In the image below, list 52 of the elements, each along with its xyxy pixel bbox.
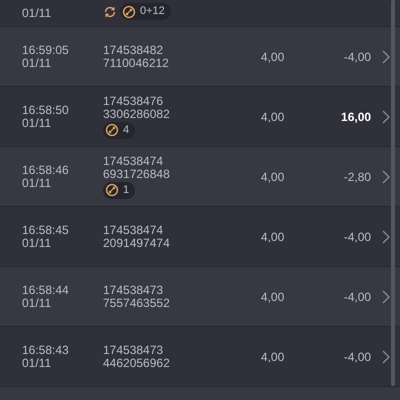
list-row[interactable]: 16:59:05 01/11 174538482 7110046212 4,00 -4,00 bbox=[0, 27, 400, 87]
bet-time: 16:58:50 bbox=[22, 104, 70, 116]
chevron-right-icon[interactable] bbox=[382, 170, 390, 184]
bet-id: 2091497474 bbox=[103, 236, 171, 250]
ball-count-badge: 1 bbox=[103, 182, 136, 198]
result-amount: -4,00 bbox=[344, 230, 372, 244]
list-row[interactable]: 16:58:44 01/11 174538473 7557463552 4,00 -4,00 bbox=[0, 267, 400, 327]
refresh-icon bbox=[103, 4, 117, 18]
stake-amount: 4,00 bbox=[260, 230, 284, 244]
bet-id: 174538476 bbox=[103, 94, 164, 108]
bet-id: 174538473 bbox=[103, 344, 164, 356]
bet-date: 01/11 bbox=[22, 296, 52, 310]
list-row[interactable]: 01/11 0+12 bbox=[0, 0, 400, 27]
bet-time: 16:59:05 bbox=[22, 44, 70, 56]
bet-time: 16:58:44 bbox=[22, 284, 70, 296]
bet-time: 16:58:43 bbox=[22, 344, 70, 356]
bet-id: 4462056962 bbox=[103, 356, 171, 370]
bet-id: 6931726848 bbox=[103, 168, 171, 180]
stake-amount: 4,00 bbox=[260, 110, 284, 124]
result-amount: 16,00 bbox=[341, 110, 372, 124]
chevron-right-icon[interactable] bbox=[382, 230, 390, 244]
result-amount: -4,00 bbox=[344, 50, 372, 64]
stake-amount: 4,00 bbox=[260, 350, 284, 364]
bet-id: 174538474 bbox=[103, 224, 164, 236]
chevron-right-icon[interactable] bbox=[382, 290, 390, 304]
bet-id: 7110046212 bbox=[103, 56, 170, 70]
bet-date: 01/11 bbox=[22, 176, 52, 190]
ball-count-badge: 0+12 bbox=[120, 3, 171, 20]
bet-time: 16:58:45 bbox=[22, 224, 70, 236]
bet-id: 3306286082 bbox=[103, 108, 171, 120]
stake-amount: 4,00 bbox=[260, 170, 284, 184]
bet-date: 01/11 bbox=[22, 116, 52, 130]
result-amount: -2,80 bbox=[344, 170, 372, 184]
scrollbar[interactable] bbox=[391, 0, 395, 386]
chevron-right-icon[interactable] bbox=[382, 50, 390, 64]
list-row[interactable]: 16:58:46 01/11 174538474 6931726848 1 4,00 -2,80 bbox=[0, 147, 400, 207]
bet-id: 174538474 bbox=[103, 154, 164, 168]
chevron-right-icon[interactable] bbox=[382, 110, 390, 124]
bet-date: 01/11 bbox=[22, 7, 52, 20]
ball-count-badge: 4 bbox=[103, 122, 136, 138]
result-amount: -4,00 bbox=[344, 350, 372, 364]
bet-date: 01/11 bbox=[22, 56, 52, 70]
stake-amount: 4,00 bbox=[260, 290, 284, 304]
chevron-right-icon[interactable] bbox=[382, 350, 390, 364]
bet-date: 01/11 bbox=[22, 356, 52, 370]
stake-amount: 4,00 bbox=[260, 50, 284, 64]
bet-id: 174538482 bbox=[103, 44, 164, 56]
bet-date: 01/11 bbox=[22, 236, 52, 250]
bet-id: 174538473 bbox=[103, 284, 164, 296]
bet-time: 16:58:46 bbox=[22, 164, 70, 176]
result-amount: -4,00 bbox=[344, 290, 372, 304]
bet-id: 7557463552 bbox=[103, 296, 171, 310]
